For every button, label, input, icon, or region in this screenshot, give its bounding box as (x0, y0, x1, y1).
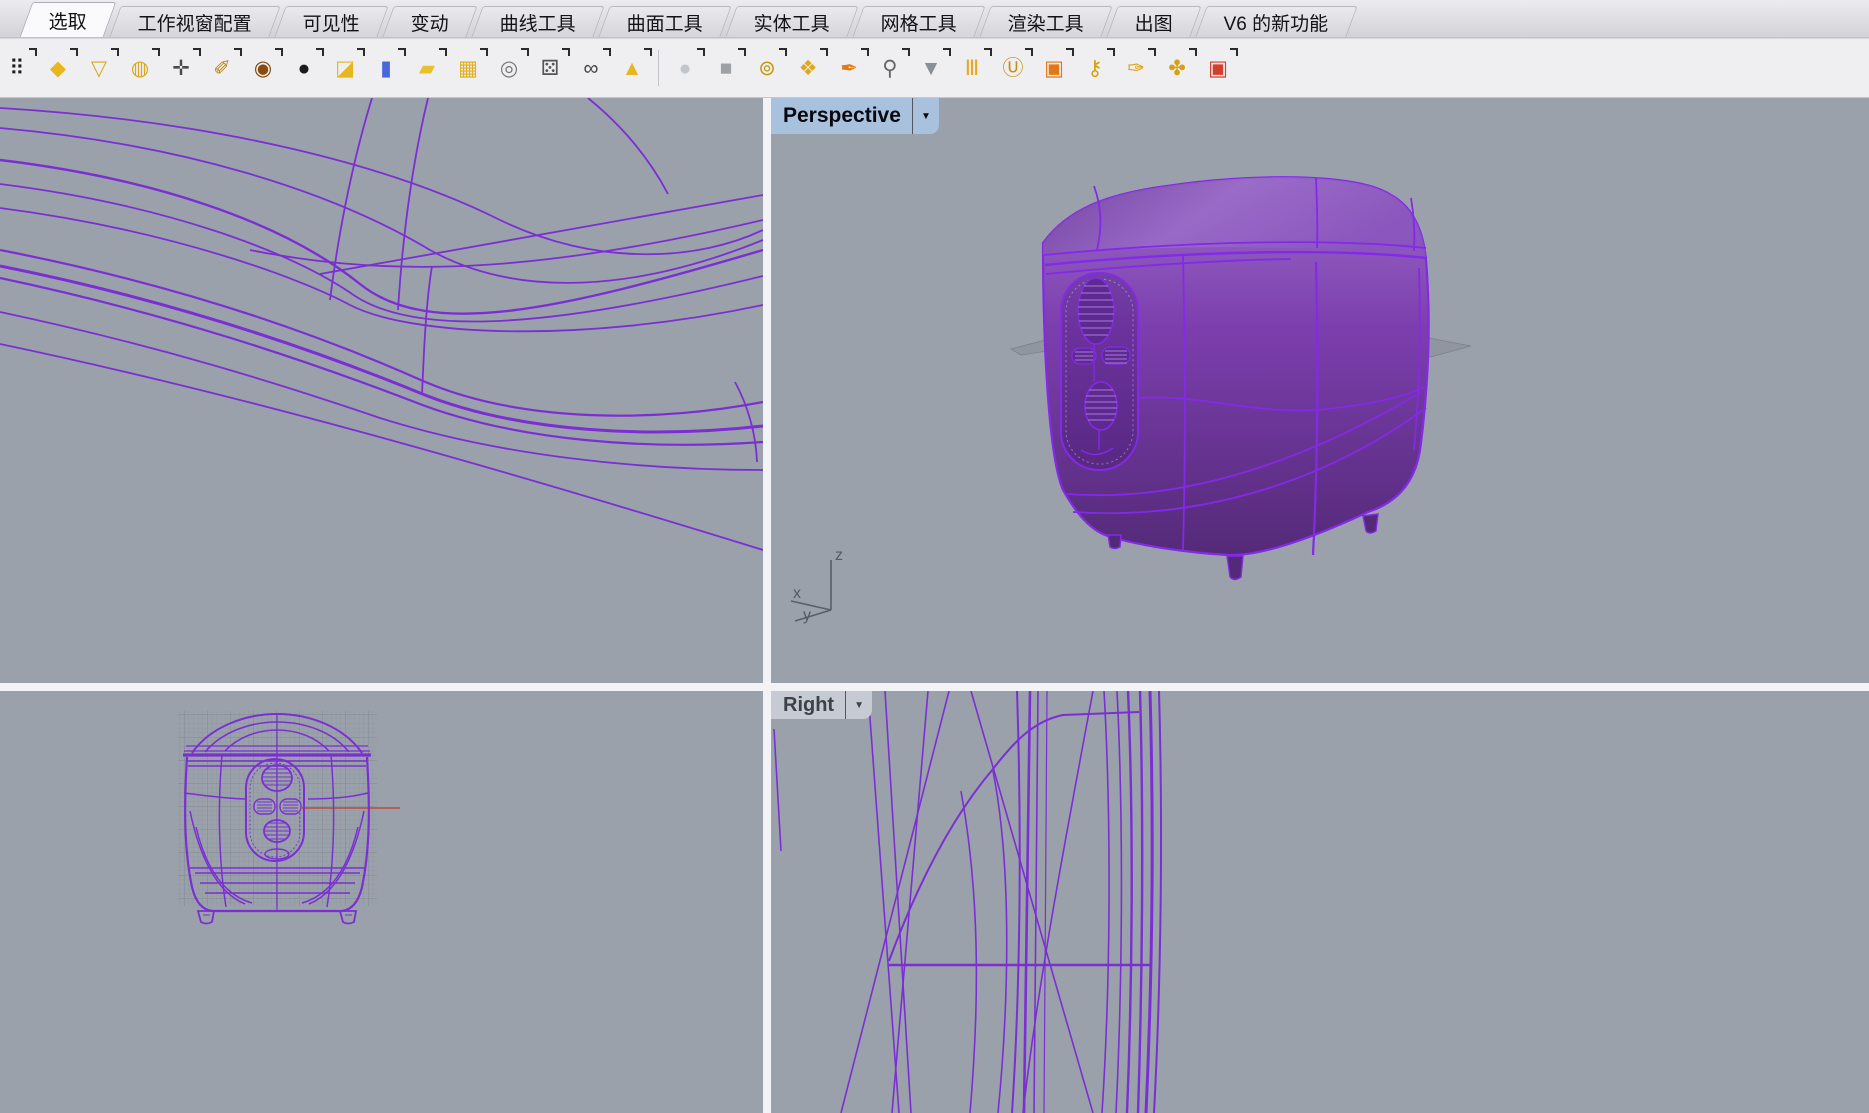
tab-label: 出图 (1135, 9, 1173, 36)
right-viewport-canvas[interactable] (771, 691, 1869, 1113)
tab-label: 曲线工具 (500, 9, 576, 36)
top-left-viewport-canvas[interactable] (0, 98, 763, 683)
tab-render-tools[interactable]: 渲染工具 (979, 6, 1112, 37)
toolbar-divider (658, 50, 659, 86)
cylinder-blue-icon[interactable]: ▮ (371, 53, 401, 83)
tag-icon[interactable]: ✑ (1121, 53, 1151, 83)
corner-surface-icon[interactable]: ◪ (330, 53, 360, 83)
dotted-circle-squares-icon[interactable]: ⚄ (535, 53, 565, 83)
axis-z-label: z (835, 547, 843, 564)
sphere-gray-icon[interactable]: ● (670, 53, 700, 83)
tab-label: 曲面工具 (627, 9, 703, 36)
paintbrush-icon[interactable]: ✒ (834, 53, 864, 83)
viewport-area: z x y Perspective ▼ (0, 98, 1869, 1113)
key-tag-icon[interactable]: ✤ (1162, 53, 1192, 83)
tab-visibility[interactable]: 可见性 (274, 6, 388, 37)
color-spheres-icon[interactable]: ◉ (248, 53, 278, 83)
perspective-viewport-canvas[interactable]: z x y (771, 98, 1869, 683)
front-viewport[interactable] (0, 691, 763, 1113)
tab-label: V6 的新功能 (1224, 9, 1329, 36)
tab-label: 工作视窗配置 (138, 9, 252, 36)
model-control-panel (1061, 273, 1138, 470)
key-icon[interactable]: ⚷ (1080, 53, 1110, 83)
framed-cylinder-icon[interactable]: ▣ (1039, 53, 1069, 83)
perspective-viewport-title[interactable]: Perspective (783, 104, 901, 128)
tab-transform[interactable]: 变动 (382, 6, 477, 37)
sphere-dark-icon[interactable]: ● (289, 53, 319, 83)
primitive-group-icon[interactable]: ❖ (793, 53, 823, 83)
tab-label: 实体工具 (754, 9, 830, 36)
tab-drafting[interactable]: 出图 (1106, 6, 1201, 37)
perspective-viewport-label[interactable]: Perspective ▼ (771, 98, 939, 134)
magnifier-icon[interactable]: ⚲ (875, 53, 905, 83)
cube-gray-icon[interactable]: ■ (711, 53, 741, 83)
perspective-viewport[interactable]: z x y Perspective ▼ (771, 98, 1869, 683)
tab-surface-tools[interactable]: 曲面工具 (598, 6, 731, 37)
right-viewport-label[interactable]: Right ▼ (771, 691, 872, 719)
mesh-grid-icon[interactable]: ▦ (453, 53, 483, 83)
detail-shapes-icon[interactable]: ⊚ (752, 53, 782, 83)
tab-label: 渲染工具 (1008, 9, 1084, 36)
hatch-pattern-icon[interactable]: ◍ (125, 53, 155, 83)
pyramid-icon[interactable]: ▲ (617, 53, 647, 83)
points-grid-icon[interactable]: ⠿ (2, 53, 32, 83)
chain-links-icon[interactable]: ∞ (576, 53, 606, 83)
surface-sheet-icon[interactable]: ▰ (412, 53, 442, 83)
ribbon-tabs: 选取 工作视窗配置 可见性 变动 曲线工具 曲面工具 实体工具 网格工具 渲染工具 出图 V6 的新… (0, 0, 1869, 38)
spiral-icon[interactable]: ◎ (494, 53, 524, 83)
filter-funnel-icon[interactable]: ▼ (916, 53, 946, 83)
u-container-icon[interactable]: Ⓤ (998, 53, 1028, 83)
rhino-app-window: 选取 工作视窗配置 可见性 变动 曲线工具 曲面工具 实体工具 网格工具 渲染工具 出图 V6 的新… (0, 0, 1869, 1113)
main-toolbar: ⠿ ◆ ▽ ◍ ✛ ✐ ◉ ● ◪ ▮ ▰ ▦ ◎ ⚄ ∞ ▲ ● ■ ⊚ ❖ ✒ ⚲ ▼ Ⅲ Ⓤ ▣ ⚷ ✑ ✤ ▣ (0, 39, 1869, 98)
tab-solid-tools[interactable]: 实体工具 (725, 6, 858, 37)
tab-label: 选取 (49, 7, 87, 34)
tab-label: 网格工具 (881, 9, 957, 36)
front-viewport-canvas[interactable] (0, 691, 763, 1113)
viewport-menu-arrow-icon[interactable]: ▼ (913, 111, 939, 122)
tab-viewport-layout[interactable]: 工作视窗配置 (109, 6, 280, 37)
viewport-menu-arrow-icon[interactable]: ▼ (846, 700, 872, 711)
tab-v6-new-features[interactable]: V6 的新功能 (1196, 6, 1358, 37)
axis-y-label: y (803, 607, 811, 624)
tab-mesh-tools[interactable]: 网格工具 (852, 6, 985, 37)
tab-select[interactable]: 选取 (20, 2, 117, 37)
tab-label: 变动 (411, 9, 449, 36)
tab-curve-tools[interactable]: 曲线工具 (471, 6, 604, 37)
move-arrows-icon[interactable]: ✛ (166, 53, 196, 83)
solid-primitives-icon[interactable]: ◆ (43, 53, 73, 83)
tab-label: 可见性 (303, 9, 360, 36)
fence-icon[interactable]: Ⅲ (957, 53, 987, 83)
right-viewport-title[interactable]: Right (783, 694, 834, 717)
cone-icon[interactable]: ▽ (84, 53, 114, 83)
dimension-tool-icon[interactable]: ✐ (207, 53, 237, 83)
top-left-viewport[interactable] (0, 98, 763, 683)
cube-red-icon[interactable]: ▣ (1203, 53, 1233, 83)
axis-x-label: x (793, 585, 801, 602)
right-viewport[interactable]: Right ▼ (771, 691, 1869, 1113)
